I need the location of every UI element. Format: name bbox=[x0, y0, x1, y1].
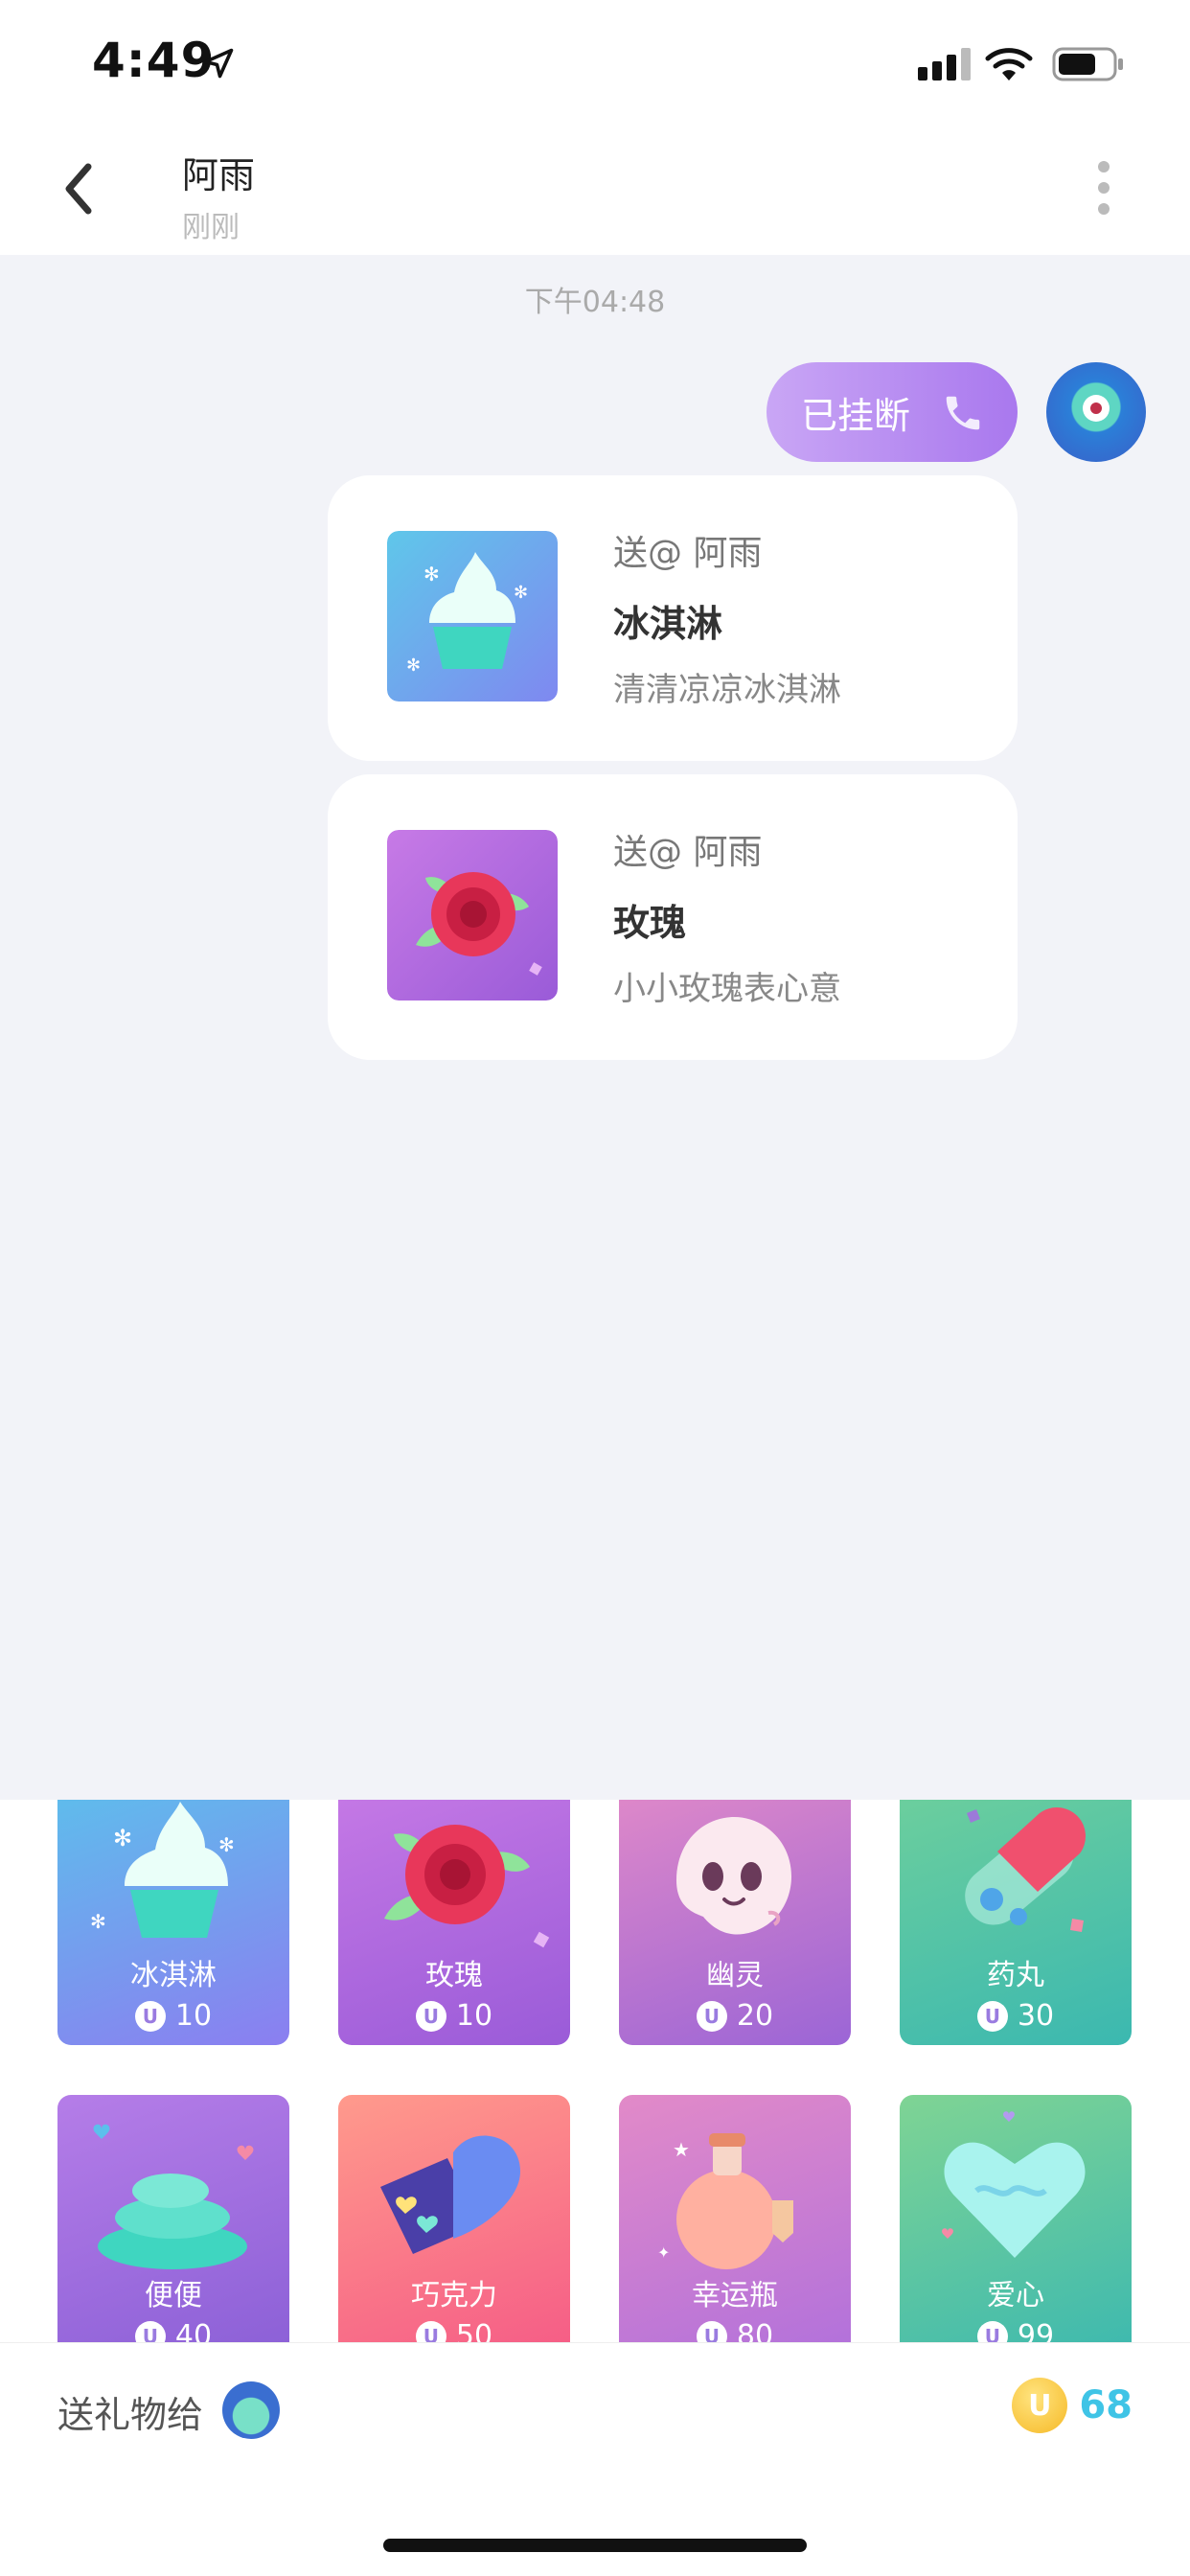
gift-item-price-value: 40 bbox=[174, 2319, 213, 2342]
gift-name: 玫瑰 bbox=[613, 902, 687, 944]
chat-header: 阿雨 刚刚 bbox=[0, 126, 1190, 255]
home-indicator[interactable] bbox=[383, 2539, 807, 2552]
gift-item-price-value: 30 bbox=[1017, 1999, 1055, 2033]
coin-icon: U bbox=[415, 2320, 446, 2342]
gift-item-ice-cream[interactable]: ✻ ✻ ✻ 冰淇淋 U 10 bbox=[57, 1800, 289, 2045]
gift-recipient: 送@ 阿雨 bbox=[613, 833, 763, 872]
call-ended-bubble[interactable]: 已挂断 bbox=[767, 362, 1018, 462]
more-vertical-icon[interactable] bbox=[1092, 159, 1115, 217]
gift-item-price-value: 10 bbox=[455, 1999, 493, 2033]
pill-icon bbox=[965, 1807, 1086, 1932]
call-ended-label: 已挂断 bbox=[801, 394, 911, 437]
balance-amount: 68 bbox=[1079, 2383, 1133, 2427]
svg-text:✻: ✻ bbox=[514, 583, 528, 603]
send-gift-to-label: 送礼物给 bbox=[57, 2394, 204, 2436]
coin-balance[interactable]: U 68 bbox=[1012, 2378, 1133, 2433]
svg-text:✻: ✻ bbox=[90, 1910, 106, 1933]
gift-item-ghost[interactable]: 幽灵 U 20 bbox=[619, 1800, 851, 2045]
cellular-signal-icon bbox=[918, 48, 971, 80]
gift-item-lucky-bottle[interactable]: ★ ✦ 幸运瓶 U 80 bbox=[619, 2095, 851, 2342]
svg-text:✻: ✻ bbox=[406, 656, 421, 676]
coin-icon: U bbox=[976, 2000, 1008, 2032]
svg-text:✻: ✻ bbox=[218, 1833, 235, 1856]
gift-description: 小小玫瑰表心意 bbox=[613, 970, 841, 1008]
gift-item-name: 幽灵 bbox=[706, 1959, 764, 1992]
poop-icon bbox=[93, 2124, 254, 2269]
gift-item-price-value: 99 bbox=[1017, 2319, 1055, 2342]
status-bar: 4:49 bbox=[0, 0, 1190, 126]
gift-item-name: 巧克力 bbox=[411, 2279, 497, 2312]
gift-item-price: U 80 bbox=[619, 2319, 851, 2342]
gift-item-price-value: 80 bbox=[736, 2319, 774, 2342]
heart-icon bbox=[942, 2111, 1086, 2258]
gift-item-price: U 40 bbox=[57, 2319, 289, 2342]
location-arrow-icon bbox=[203, 48, 234, 79]
gift-item-heart[interactable]: 爱心 U 99 bbox=[900, 2095, 1132, 2342]
contact-name: 阿雨 bbox=[182, 154, 256, 196]
gift-item-name: 幸运瓶 bbox=[692, 2279, 778, 2312]
gift-description: 清清凉凉冰淇淋 bbox=[613, 671, 841, 709]
svg-text:✻: ✻ bbox=[113, 1825, 132, 1852]
recipient-avatar[interactable] bbox=[222, 2381, 280, 2439]
avatar-eye bbox=[1083, 395, 1110, 422]
wifi-icon bbox=[985, 48, 1033, 80]
rose-icon bbox=[384, 1825, 550, 1948]
gift-item-price: U 50 bbox=[338, 2319, 570, 2342]
gift-item-name: 冰淇淋 bbox=[130, 1959, 217, 1992]
gift-footer: 送礼物给 U 68 bbox=[0, 2342, 1190, 2576]
gift-item-name: 爱心 bbox=[987, 2279, 1044, 2312]
gift-item-name: 药丸 bbox=[987, 1959, 1044, 1992]
ice-cream-icon: ✻ ✻ ✻ bbox=[90, 1802, 235, 1938]
gift-item-price: U 10 bbox=[57, 1999, 289, 2033]
gift-message-card[interactable]: 送@ 阿雨 玫瑰 小小玫瑰表心意 bbox=[328, 774, 1018, 1060]
last-seen: 刚刚 bbox=[182, 211, 240, 244]
chat-timestamp: 下午04:48 bbox=[524, 286, 666, 319]
gift-item-price: U 30 bbox=[900, 1999, 1132, 2033]
status-time: 4:49 bbox=[92, 33, 216, 88]
ghost-icon bbox=[676, 1817, 791, 1935]
battery-icon bbox=[1052, 47, 1123, 81]
lucky-bottle-icon: ★✦ bbox=[657, 2133, 793, 2269]
ice-cream-icon: ✻ ✻ ✻ bbox=[387, 531, 558, 702]
gift-item-pill[interactable]: 药丸 U 30 bbox=[900, 1800, 1132, 2045]
gift-item-chocolate[interactable]: 巧克力 U 50 bbox=[338, 2095, 570, 2342]
rose-icon bbox=[387, 830, 558, 1000]
svg-text:★: ★ bbox=[673, 2138, 690, 2161]
coin-icon: U bbox=[134, 2320, 166, 2342]
svg-text:✻: ✻ bbox=[423, 563, 440, 586]
coin-icon: U bbox=[415, 2000, 446, 2032]
coin-icon: U bbox=[134, 2000, 166, 2032]
back-chevron-icon[interactable] bbox=[59, 155, 98, 222]
chat-area: 下午04:48 已挂断 ✻ ✻ ✻ 送@ 阿雨 冰淇淋 清清凉凉冰淇淋 送@ 阿雨 … bbox=[0, 255, 1190, 1800]
gift-item-price-value: 20 bbox=[736, 1999, 774, 2033]
gift-item-price: U 99 bbox=[900, 2319, 1132, 2342]
gift-item-name: 玫瑰 bbox=[425, 1959, 483, 1992]
chocolate-icon bbox=[380, 2135, 520, 2254]
coin-icon: U bbox=[696, 2000, 727, 2032]
gift-item-rose[interactable]: 玫瑰 U 10 bbox=[338, 1800, 570, 2045]
phone-icon bbox=[946, 396, 980, 430]
gift-item-name: 便便 bbox=[145, 2279, 202, 2312]
coin-icon: U bbox=[1012, 2378, 1068, 2433]
gift-recipient: 送@ 阿雨 bbox=[613, 534, 763, 573]
gift-item-price-value: 10 bbox=[174, 1999, 213, 2033]
svg-text:✦: ✦ bbox=[657, 2243, 670, 2262]
gift-item-price: U 20 bbox=[619, 1999, 851, 2033]
gift-item-price-value: 50 bbox=[455, 2319, 493, 2342]
gift-message-card[interactable]: ✻ ✻ ✻ 送@ 阿雨 冰淇淋 清清凉凉冰淇淋 bbox=[328, 475, 1018, 761]
my-avatar[interactable] bbox=[1046, 362, 1146, 462]
gift-panel[interactable]: ✻ ✻ ✻ 冰淇淋 U 10 玫瑰 U 10 幽灵 U 20 药丸 U 30 便… bbox=[0, 1800, 1190, 2342]
coin-icon: U bbox=[696, 2320, 727, 2342]
gift-item-price: U 10 bbox=[338, 1999, 570, 2033]
gift-item-poop[interactable]: 便便 U 40 bbox=[57, 2095, 289, 2342]
gift-name: 冰淇淋 bbox=[613, 603, 723, 645]
coin-icon: U bbox=[976, 2320, 1008, 2342]
